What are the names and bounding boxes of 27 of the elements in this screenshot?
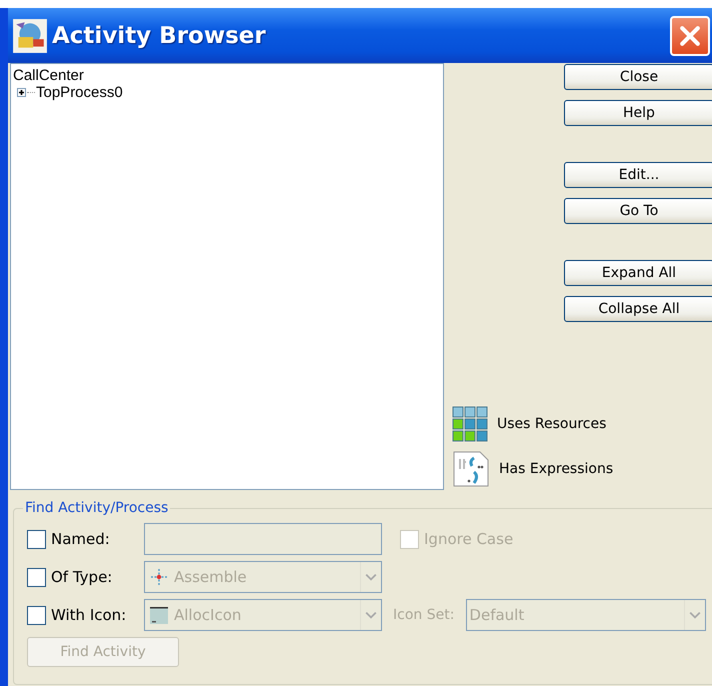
tree-item[interactable]: TopProcess0 [36,84,123,101]
button[interactable]: Edit... [564,162,712,188]
app-icon [12,18,48,54]
button[interactable]: Help [564,100,712,126]
caret-icon [689,611,702,619]
expression-file-icon [452,450,490,488]
legend-label: Uses Resources [497,416,606,432]
caret-icon [365,611,377,619]
image-icon [149,605,169,625]
checkbox-label: With Icon: [51,606,126,624]
checkbox-label: Of Type: [51,568,112,586]
tree-item[interactable]: CallCenter [13,67,84,84]
button[interactable]: Close [564,64,712,90]
close-button[interactable] [670,16,710,56]
button[interactable]: Expand All [564,260,712,286]
caret-icon [365,573,377,581]
grid-icon [452,406,488,442]
node-icon [149,567,169,587]
expander-icon[interactable] [17,88,26,97]
button[interactable]: Collapse All [564,296,712,322]
window-title: Activity Browser [52,22,267,48]
group-title: Find Activity/Process [24,500,170,516]
legend-label: Has Expressions [499,461,614,477]
checkbox-label: Named: [51,530,110,548]
checkbox-label: Ignore Case [424,530,514,548]
field-label: Icon Set: [393,607,454,623]
button[interactable]: Go To [564,198,712,224]
